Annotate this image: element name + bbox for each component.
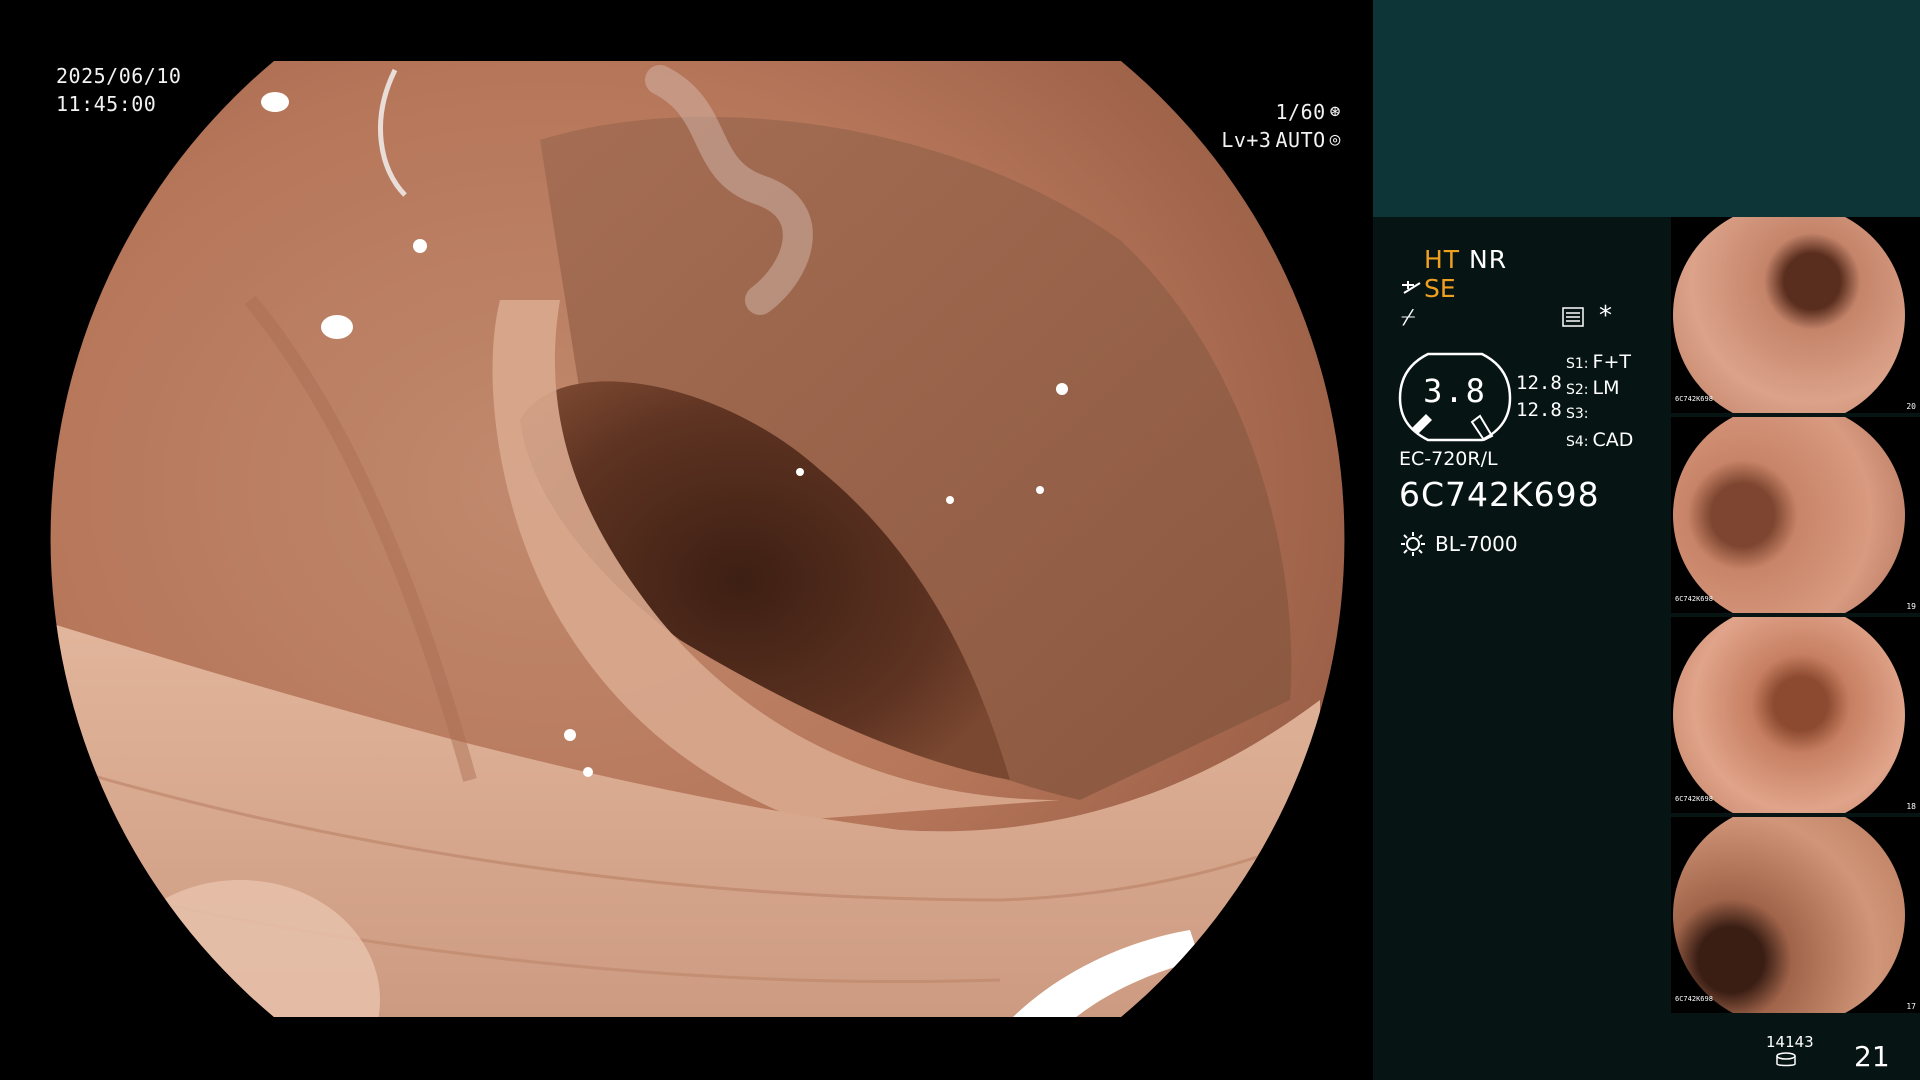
- thumbnail-image: [1673, 217, 1905, 413]
- thumbnail-serial: 6C742K698: [1675, 995, 1713, 1003]
- switch-key: S1:: [1566, 356, 1589, 372]
- shutter-speed: 1/60: [1275, 100, 1326, 124]
- storage-icon: [1776, 1052, 1796, 1067]
- light-source-model: BL-7000: [1435, 532, 1518, 556]
- switch-row: S3:: [1566, 401, 1633, 427]
- thumbnail-index: 20: [1906, 402, 1916, 411]
- star-marker: *: [1599, 301, 1612, 331]
- thumbnail-1[interactable]: 6C742K698 20: [1671, 217, 1920, 413]
- brightness-level: Lv+3: [1221, 128, 1272, 152]
- stored-count: 14143: [1766, 1033, 1814, 1051]
- frame-counter: 21: [1854, 1040, 1890, 1073]
- switch-row: S2: LM: [1566, 375, 1633, 401]
- exposure-readout: 1/60 ⊛ Lv+3 AUTO ◎: [1221, 98, 1341, 154]
- se-label: SE: [1424, 274, 1456, 303]
- exam-datetime: 2025/06/10 11:45:00: [56, 62, 181, 118]
- thumbnail-index: 18: [1906, 802, 1916, 811]
- memo-icon: [1562, 307, 1584, 327]
- switch-value: CAD: [1592, 429, 1634, 451]
- side-values: 12.8 12.8: [1516, 370, 1562, 424]
- switch-key: S4:: [1566, 434, 1589, 450]
- thumbnail-serial: 6C742K698: [1675, 795, 1713, 803]
- nr-label: NR: [1469, 245, 1508, 274]
- exam-date: 2025/06/10: [56, 64, 182, 88]
- thumbnail-index: 19: [1906, 602, 1916, 611]
- exam-time: 11:45:00: [56, 92, 157, 116]
- iris-icon: ◎: [1329, 129, 1341, 150]
- thumbnail-index: 17: [1906, 1002, 1916, 1011]
- enhancement-row: HT NR: [1424, 245, 1507, 274]
- thumbnail-3[interactable]: 6C742K698 18: [1671, 617, 1920, 813]
- flat-icon: ⌿: [1401, 303, 1416, 331]
- side-value-1: 12.8: [1516, 372, 1562, 394]
- switch-value: LM: [1592, 377, 1620, 399]
- se-row: SE: [1400, 274, 1456, 303]
- switch-row: S1: F+T: [1566, 349, 1633, 375]
- endoscope-live-view: 2025/06/10 11:45:00 1/60 ⊛ Lv+3 AUTO ◎: [0, 0, 1373, 1080]
- thumbnail-image: [1673, 417, 1905, 613]
- endoscopic-image: [50, 61, 1345, 1017]
- switch-key: S3:: [1566, 406, 1589, 422]
- switch-key: S2:: [1566, 382, 1589, 398]
- cross-icon: [1402, 280, 1421, 294]
- thumbnail-serial: 6C742K698: [1675, 395, 1713, 403]
- thumbnail-2[interactable]: 6C742K698 19: [1671, 417, 1920, 613]
- switch-list: S1: F+T S2: LM S3: S4: CAD: [1566, 349, 1633, 453]
- thumbnail-image: [1673, 617, 1905, 813]
- patient-info-box: [1373, 0, 1920, 217]
- thumbnail-image: [1673, 817, 1905, 1013]
- light-source-icon: [1401, 532, 1425, 556]
- side-value-2: 12.8: [1516, 399, 1562, 421]
- thumbnail-4[interactable]: 6C742K698 17: [1671, 817, 1920, 1013]
- scope-serial: 6C742K698: [1399, 475, 1600, 514]
- ht-label: HT: [1424, 245, 1461, 274]
- scope-model: EC-720R/L: [1399, 448, 1498, 470]
- switch-row: S4: CAD: [1566, 427, 1633, 453]
- light-source-row: BL-7000: [1399, 530, 1518, 558]
- iris-mode: AUTO: [1275, 128, 1326, 152]
- thumbnail-serial: 6C742K698: [1675, 595, 1713, 603]
- gauge-value: 3.8: [1423, 372, 1487, 410]
- switch-value: F+T: [1592, 351, 1631, 373]
- aperture-icon: ⊛: [1329, 101, 1341, 122]
